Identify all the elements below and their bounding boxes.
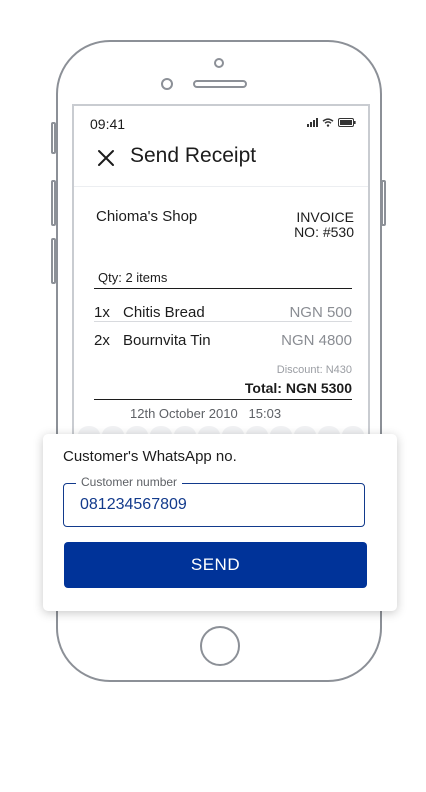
- proximity-sensor: [161, 78, 173, 90]
- wifi-icon: [322, 118, 334, 127]
- phone-volume-down: [51, 238, 56, 284]
- item-price: NGN 4800: [281, 332, 352, 349]
- customer-number-input[interactable]: [80, 496, 354, 514]
- page-title: Send Receipt: [130, 144, 257, 167]
- invoice-id: NO: #530: [294, 224, 354, 240]
- receipt-date: 12th October 2010: [130, 406, 238, 421]
- home-button[interactable]: [200, 626, 240, 666]
- total-divider: [94, 399, 352, 400]
- battery-icon: [338, 118, 356, 127]
- customer-number-field[interactable]: Customer number: [63, 475, 365, 527]
- receipt-item: 2x Bournvita Tin NGN 4800: [94, 332, 352, 349]
- phone-power-button: [381, 180, 386, 226]
- customer-number-label: Customer number: [76, 475, 183, 489]
- item-name: Bournvita Tin: [123, 332, 211, 349]
- send-button[interactable]: SEND: [64, 542, 367, 588]
- invoice-label: INVOICE: [296, 209, 354, 225]
- phone-volume-up: [51, 180, 56, 226]
- earpiece-speaker: [193, 80, 247, 88]
- shop-name: Chioma's Shop: [96, 208, 198, 225]
- receipt-time: 15:03: [248, 406, 282, 421]
- header-divider: [74, 186, 368, 187]
- front-camera: [214, 58, 224, 68]
- item-name: Chitis Bread: [123, 304, 205, 321]
- phone-screen: 09:41 Send Receipt Chioma's Shop INVOICE…: [72, 104, 370, 444]
- total-text: Total: NGN 5300: [244, 380, 352, 396]
- modal-title: Customer's WhatsApp no.: [63, 448, 237, 465]
- item-divider: [94, 321, 352, 322]
- quantity-summary: Qty: 2 items: [98, 270, 168, 285]
- receipt-item: 1x Chitis Bread NGN 500: [94, 304, 352, 321]
- status-time: 09:41: [90, 116, 126, 132]
- whatsapp-send-modal: Customer's WhatsApp no. Customer number …: [43, 434, 397, 611]
- close-icon[interactable]: [96, 148, 116, 168]
- phone-mute-switch: [51, 122, 56, 154]
- invoice-number: INVOICE NO: #530: [294, 210, 354, 240]
- signal-icon: [307, 118, 318, 127]
- receipt-card: Chioma's Shop INVOICE NO: #530 Qty: 2 it…: [74, 190, 368, 442]
- discount-text: Discount: N430: [276, 364, 352, 376]
- item-qty: 2x: [94, 332, 110, 349]
- item-qty: 1x: [94, 304, 110, 321]
- status-icons: [307, 118, 356, 127]
- receipt-datetime: 12th October 2010 15:03: [130, 406, 281, 421]
- divider: [94, 288, 352, 289]
- item-price: NGN 500: [289, 304, 352, 321]
